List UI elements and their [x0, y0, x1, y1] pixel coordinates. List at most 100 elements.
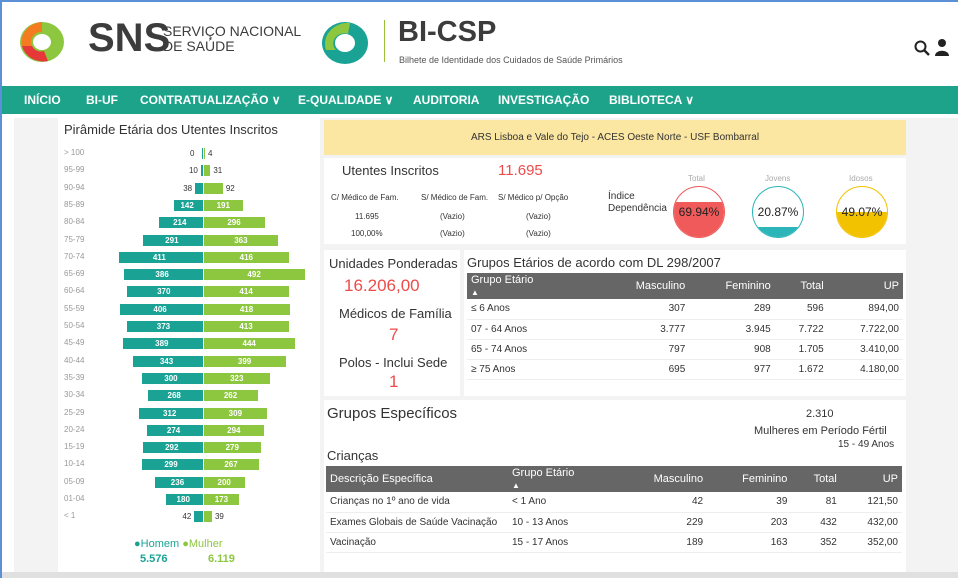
table-row: ≤ 6 Anos 307 289 596 894,00 — [467, 299, 903, 320]
gauge-total-caption: Total — [688, 174, 705, 183]
bar-homem-label: 373 — [156, 322, 171, 331]
bar-mulher-label: 262 — [223, 391, 238, 401]
gauge-jovens: 20.87% — [752, 186, 804, 238]
bar-homem-label: 0 — [190, 149, 195, 158]
bi-csp-title: BI-CSP — [398, 16, 497, 48]
utentes-value: 11.695 — [498, 162, 543, 179]
nav-bi-uf[interactable]: BI-UF — [86, 86, 118, 114]
age-tick-label: 90-94 — [64, 182, 85, 192]
col-header-feminino[interactable]: Feminino — [707, 466, 792, 492]
age-tick-label: 70-74 — [64, 251, 85, 261]
criancas-body: Crianças no 1º ano de vida < 1 Ano 42 39 81 1… — [326, 492, 902, 553]
bar-homem-label: 10 — [188, 166, 198, 176]
nav-inicio[interactable]: INÍCIO — [24, 86, 61, 114]
bar-mulher[interactable] — [204, 511, 212, 523]
table-row: Exames Globais de Saúde Vacinação 10 - 13… — [326, 512, 902, 533]
nav-contratualizacao[interactable]: CONTRATUALIZAÇÃO ∨ — [140, 86, 281, 114]
bar-mulher-label: 279 — [225, 443, 239, 453]
table-cell: 908 — [689, 339, 775, 360]
bar-homem-label: 268 — [167, 391, 181, 401]
bar-mulher-label: 416 — [239, 252, 253, 262]
table-cell: 1.705 — [774, 339, 828, 360]
bar-mulher[interactable] — [204, 148, 205, 159]
utentes-col2-header: S/ Médico de Fam. — [421, 193, 489, 202]
bar-homem-label: 142 — [180, 200, 194, 210]
user-icon[interactable] — [935, 38, 949, 56]
age-tick-label: 25-29 — [64, 407, 85, 417]
table-cell: 121,50 — [840, 492, 902, 513]
bar-mulher-label: 414 — [239, 287, 253, 297]
bar-mulher[interactable] — [204, 182, 223, 194]
nav-auditoria[interactable]: AUDITORIA — [413, 86, 479, 114]
bar-mulher-label: 296 — [227, 218, 241, 228]
nav-investigacao[interactable]: INVESTIGAÇÃO — [498, 86, 589, 114]
gauge-jovens-value: 20.87% — [757, 205, 799, 219]
table-row: ≥ 75 Anos 695 977 1.672 4.180,00 — [467, 359, 903, 380]
col-header-feminino[interactable]: Feminino — [689, 273, 775, 299]
nav-biblioteca[interactable]: BIBLIOTECA ∨ — [609, 86, 694, 114]
age-tick-label: 01-04 — [64, 494, 85, 503]
col-header-grupo-etario[interactable]: Grupo Etário ▲ — [508, 466, 616, 492]
age-tick-label: 35-39 — [64, 372, 85, 382]
bar-mulher-label: 267 — [224, 460, 238, 470]
bar-mulher[interactable] — [204, 165, 211, 177]
col-header-masculino[interactable]: Masculino — [597, 273, 690, 299]
table-cell: 4.180,00 — [827, 359, 903, 380]
age-tick-label: > 100 — [64, 148, 85, 157]
dependencia-label: Índice Dependência — [608, 191, 667, 215]
bar-homem-label: 274 — [166, 425, 181, 435]
bar-homem-label: 291 — [165, 235, 179, 245]
col-header-grupo-etario[interactable]: Grupo Etário ▲ — [467, 273, 597, 299]
table-header-row: Descrição Específica Grupo Etário ▲ Mascu… — [326, 466, 902, 492]
col-header-descricao[interactable]: Descrição Específica — [326, 466, 508, 492]
table-cell: 15 - 17 Anos — [508, 532, 616, 553]
bar-homem-label: 299 — [164, 460, 178, 470]
col-header-total[interactable]: Total — [791, 466, 841, 492]
bar-homem[interactable] — [194, 511, 203, 523]
col-header-total[interactable]: Total — [774, 273, 828, 299]
nav-e-qualidade[interactable]: E-QUALIDADE ∨ — [298, 86, 393, 114]
gauge-idosos-caption: Idosos — [849, 174, 873, 183]
table-cell: 7.722,00 — [827, 319, 903, 340]
table-cell: 596 — [774, 299, 828, 320]
table-row: 07 - 64 Anos 3.777 3.945 7.722 7.722,00 — [467, 319, 903, 340]
age-tick-label: 60-64 — [64, 286, 85, 296]
bar-homem-label: 180 — [176, 495, 190, 504]
sns-logo-icon[interactable] — [18, 20, 66, 64]
horizontal-scrollbar[interactable] — [2, 572, 958, 578]
search-icon[interactable] — [914, 40, 930, 56]
bar-mulher-label: 31 — [213, 166, 223, 176]
col-header-up[interactable]: UP — [840, 466, 902, 492]
gauge-total-value: 69.94% — [678, 205, 720, 219]
age-tick-label: 75-79 — [64, 234, 85, 244]
gauge-jovens-caption: Jovens — [765, 174, 791, 183]
table-cell: 289 — [689, 299, 775, 320]
utentes-col1-v2: 100,00% — [351, 229, 383, 238]
bar-mulher-label: 418 — [239, 304, 254, 314]
bi-csp-logo-icon[interactable] — [320, 20, 370, 66]
gauge-idosos: 49.07% — [836, 186, 888, 238]
mulheres-fertil-range: 15 - 49 Anos — [838, 439, 895, 450]
utentes-col1-v1: 11.695 — [355, 212, 379, 221]
bar-homem-label: 42 — [182, 512, 192, 522]
header: SNS SERVIÇO NACIONAL DE SAÚDE BI-CSP Bil… — [2, 2, 958, 78]
bar-homem[interactable] — [202, 148, 203, 159]
table-cell: 695 — [597, 359, 690, 380]
age-tick-label: 65-69 — [64, 269, 85, 279]
bar-homem-label: 236 — [170, 477, 185, 487]
col-header-up[interactable]: UP — [827, 273, 903, 299]
bar-homem-label: 370 — [157, 287, 171, 297]
bar-mulher-label: 413 — [239, 322, 253, 331]
table-cell: 163 — [707, 532, 792, 553]
sort-up-icon[interactable]: ▲ — [471, 288, 479, 297]
grupos-especificos-title: Grupos Específicos — [327, 405, 458, 422]
pyramid-legend: ●Homem ●Mulher — [134, 538, 223, 550]
bar-homem[interactable] — [195, 182, 203, 194]
sort-up-icon[interactable]: ▲ — [512, 481, 520, 490]
bar-homem[interactable] — [200, 165, 203, 177]
col-header-masculino[interactable]: Masculino — [616, 466, 708, 492]
table-cell: 81 — [791, 492, 841, 513]
bar-mulher-label: 399 — [237, 356, 252, 366]
age-tick-label: 40-44 — [64, 355, 85, 365]
age-tick-label: 05-09 — [64, 476, 85, 486]
